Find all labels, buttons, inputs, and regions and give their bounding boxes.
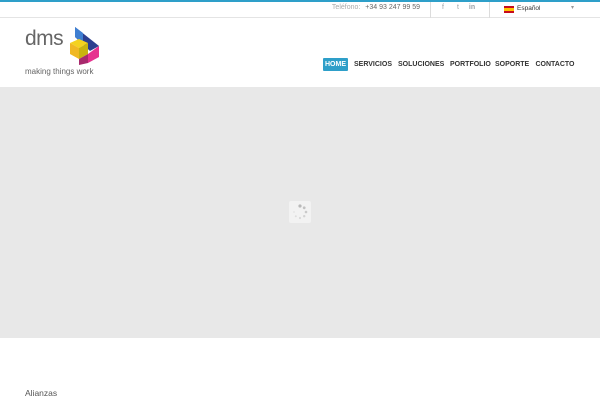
alliances-heading: Alianzas (25, 388, 58, 398)
topbar-divider (430, 2, 431, 18)
phone-number[interactable]: +34 93 247 99 59 (365, 4, 420, 11)
twitter-icon[interactable]: t (453, 4, 463, 11)
nav-item-portfolio[interactable]: PORTFOLIO (450, 58, 491, 71)
language-label: Español (517, 5, 541, 12)
top-bar: Teléfono: +34 93 247 99 59 f t in Españo… (0, 2, 600, 18)
nav-item-contacto[interactable]: CONTACTO (535, 58, 575, 71)
nav-item-soluciones[interactable]: SOLUCIONES (398, 58, 444, 71)
language-selector[interactable]: Español ▾ (504, 5, 574, 15)
logo-wordmark: dms (25, 27, 64, 50)
facebook-icon[interactable]: f (438, 4, 448, 11)
chevron-down-icon: ▾ (570, 5, 574, 11)
nav-item-soporte[interactable]: SOPORTE (495, 58, 529, 71)
loading-spinner-icon (289, 201, 311, 223)
linkedin-icon[interactable]: in (467, 4, 477, 11)
nav-item-servicios[interactable]: SERVICIOS (354, 58, 392, 71)
main-nav: HOME SERVICIOS SOLUCIONES PORTFOLIO SOPO… (0, 58, 600, 72)
phone-label: Teléfono: (331, 4, 361, 11)
topbar-divider (489, 2, 490, 18)
nav-item-home[interactable]: HOME (323, 58, 348, 71)
spain-flag-icon (504, 6, 514, 13)
phone-contact: Teléfono: +34 93 247 99 59 (332, 4, 420, 11)
